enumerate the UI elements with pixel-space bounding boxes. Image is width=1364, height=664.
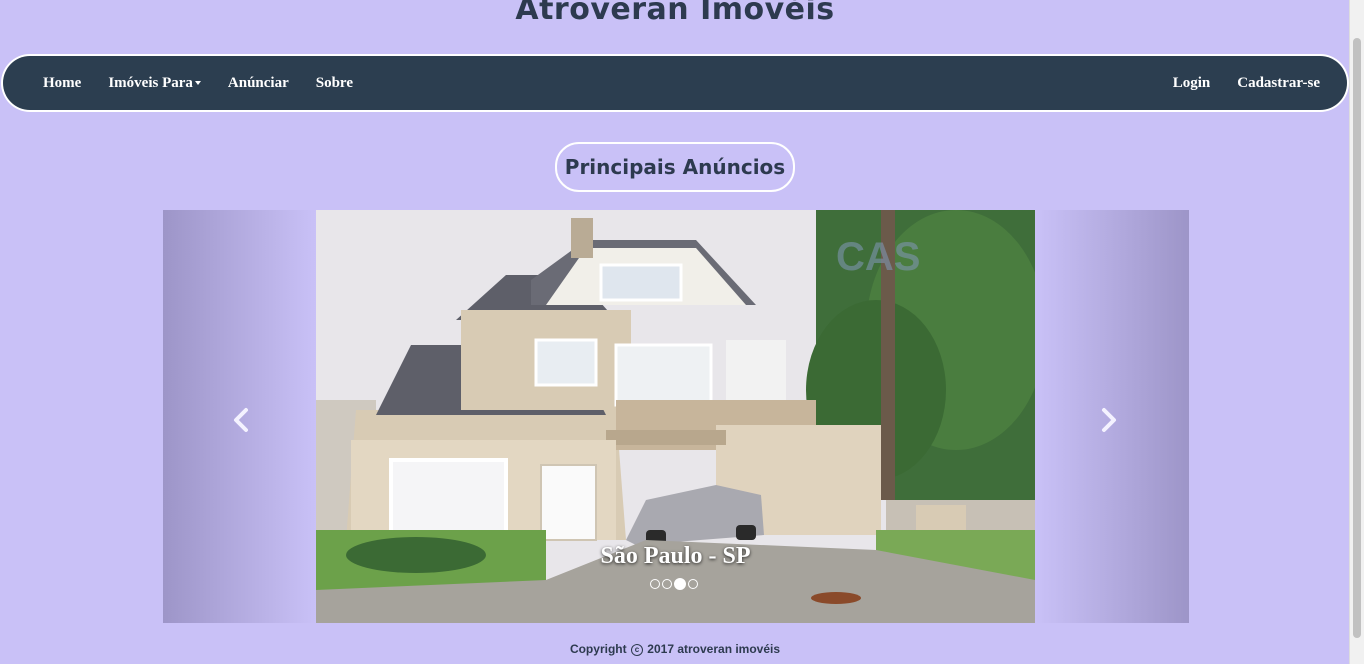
svg-text:CAS: CAS	[836, 235, 920, 279]
section-title: Principais Anúncios	[555, 142, 795, 192]
chevron-left-icon	[234, 408, 248, 432]
carousel-prev-button[interactable]	[226, 400, 256, 440]
nav-imoveis-para-label: Imóveis Para	[108, 74, 193, 91]
carousel-next-button[interactable]	[1094, 400, 1124, 440]
carousel-indicator-3[interactable]	[674, 578, 686, 590]
copyright-text: 2017 atroveran imovéis	[647, 642, 781, 656]
listing-carousel: CAS São Paulo - SP	[163, 210, 1189, 623]
copyright-prefix: Copyright	[569, 642, 627, 656]
site-title: Atroveran Imovéis	[515, 0, 835, 27]
main-navbar: Home Imóveis Para Anúnciar Sobre Login C…	[3, 56, 1347, 110]
carousel-indicator-4[interactable]	[688, 579, 698, 589]
nav-home[interactable]: Home	[43, 75, 81, 92]
nav-sobre[interactable]: Sobre	[316, 75, 353, 92]
nav-imoveis-para-dropdown[interactable]: Imóveis Para	[108, 75, 201, 92]
page-scrollbar[interactable]	[1349, 0, 1364, 664]
scrollbar-thumb[interactable]	[1353, 38, 1361, 638]
caret-down-icon	[194, 81, 201, 86]
nav-login[interactable]: Login	[1173, 75, 1211, 92]
nav-cadastrar[interactable]: Cadastrar-se	[1237, 75, 1320, 92]
slide-caption: São Paulo - SP	[600, 543, 751, 569]
nav-right-group: Login Cadastrar-se	[1146, 56, 1320, 110]
carousel-indicators	[650, 578, 698, 590]
nav-anunciar[interactable]: Anúnciar	[228, 75, 289, 92]
carousel-indicator-1[interactable]	[650, 579, 660, 589]
copyright-icon: c	[630, 643, 643, 656]
carousel-indicator-2[interactable]	[662, 579, 672, 589]
nav-left-group: Home Imóveis Para Anúnciar Sobre	[43, 56, 380, 110]
chevron-right-icon	[1102, 408, 1116, 432]
footer-copyright: Copyright c 2017 atroveran imovéis	[0, 642, 1350, 656]
